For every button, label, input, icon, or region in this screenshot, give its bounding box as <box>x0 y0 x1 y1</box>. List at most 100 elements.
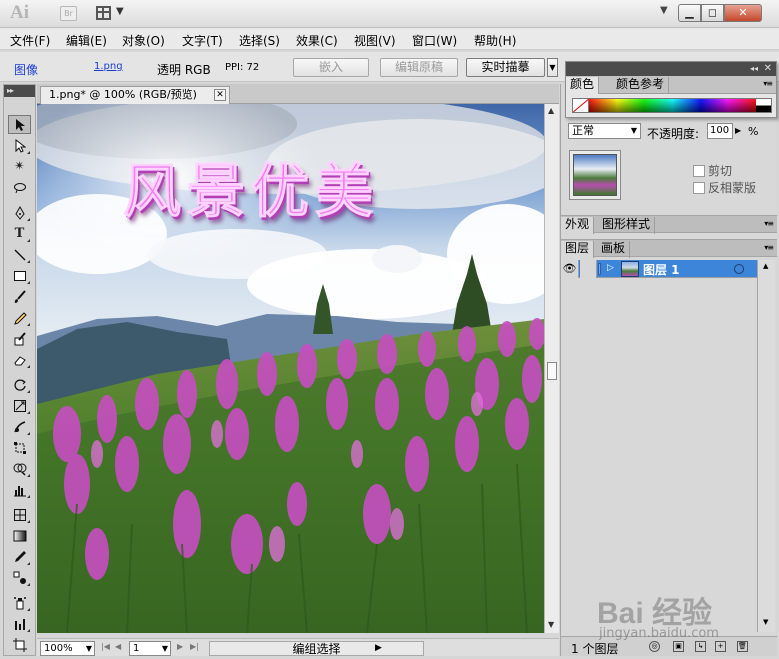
tab-color[interactable]: 颜色 <box>566 77 600 94</box>
illustrator-logo: Ai <box>10 2 29 23</box>
free-transform-tool-icon[interactable] <box>8 438 31 457</box>
invert-mask-checkbox[interactable]: 反相蒙版 <box>693 179 756 196</box>
eyedropper-tool-icon[interactable] <box>8 547 31 566</box>
column-graph-tool-icon[interactable] <box>8 480 31 499</box>
eraser-tool-icon[interactable] <box>8 350 31 369</box>
menu-view[interactable]: 视图(V) <box>354 32 396 49</box>
blend-mode-select[interactable]: 正常 ▼ <box>568 123 641 139</box>
zoom-value: 100% <box>44 643 73 654</box>
gradient-tool-icon[interactable] <box>8 526 31 545</box>
scroll-down-icon[interactable]: ▼ <box>548 620 554 629</box>
spectrum-bar[interactable] <box>589 99 756 112</box>
document-tab-title: 1.png* @ 100% (RGB/预览) <box>49 88 197 101</box>
tab-graphic-styles[interactable]: 图形样式 <box>598 217 656 234</box>
color-spectrum[interactable] <box>572 98 772 113</box>
blend-tool-icon[interactable] <box>8 568 31 587</box>
collapse-panel-icon[interactable]: ◂◂ <box>750 62 758 76</box>
status-menu-icon[interactable]: ▶ <box>375 643 382 653</box>
previous-artboard-icon[interactable]: ◀ <box>115 642 121 651</box>
scrollbar-thumb[interactable] <box>547 362 557 380</box>
lasso-tool-icon[interactable] <box>8 178 31 197</box>
artboard-canvas[interactable]: 风景优美 <box>37 104 544 633</box>
opacity-slider-icon[interactable]: ▶ <box>735 123 745 139</box>
tab-color-guide[interactable]: 颜色参考 <box>612 77 670 94</box>
bar-graph-tool-icon[interactable] <box>8 614 31 633</box>
rotate-tool-icon[interactable] <box>8 375 31 394</box>
menu-file[interactable]: 文件(F) <box>10 32 50 49</box>
lock-toggle[interactable] <box>580 260 597 278</box>
symbol-sprayer-tool-icon[interactable] <box>8 593 31 612</box>
direct-selection-tool-icon[interactable] <box>8 136 31 155</box>
live-trace-options-icon[interactable]: ▼ <box>547 58 558 77</box>
menu-object[interactable]: 对象(O) <box>122 32 165 49</box>
scale-tool-icon[interactable] <box>8 396 31 415</box>
workspace-switcher-icon[interactable]: ▼ <box>660 5 668 16</box>
menu-select[interactable]: 选择(S) <box>239 32 280 49</box>
edit-original-button[interactable]: 编辑原稿 <box>380 58 458 77</box>
tab-artboards[interactable]: 画板 <box>597 241 631 258</box>
artwork-title-text[interactable]: 风景优美 <box>122 144 379 228</box>
arrange-documents-button[interactable]: ▼ <box>96 5 126 22</box>
visibility-eye-icon[interactable]: 👁 <box>561 260 579 278</box>
canvas-vertical-scrollbar[interactable]: ▲ ▼ <box>544 104 559 633</box>
panel-menu-icon[interactable]: ▾≡ <box>763 79 773 88</box>
close-document-icon[interactable]: ✕ <box>214 89 226 101</box>
layers-scrollbar[interactable]: ▲ ▼ <box>757 260 775 632</box>
layer-row[interactable]: 👁 ▷ 图层 1 <box>561 260 757 278</box>
mesh-tool-icon[interactable] <box>8 505 31 524</box>
close-panel-icon[interactable]: ✕ <box>764 62 772 76</box>
magic-wand-tool-icon[interactable]: ✴ <box>8 157 31 176</box>
scroll-up-icon[interactable]: ▲ <box>763 262 768 270</box>
scroll-up-icon[interactable]: ▲ <box>548 106 554 115</box>
document-tab[interactable]: 1.png* @ 100% (RGB/预览) ✕ <box>40 86 230 104</box>
artboard-tool-icon[interactable] <box>8 635 31 654</box>
line-segment-tool-icon[interactable] <box>8 245 31 264</box>
menu-edit[interactable]: 编辑(E) <box>66 32 107 49</box>
pencil-tool-icon[interactable] <box>8 308 31 327</box>
paintbrush-tool-icon[interactable] <box>8 287 31 306</box>
blob-brush-tool-icon[interactable] <box>8 329 31 348</box>
live-trace-button[interactable]: 实时描摹 <box>466 58 545 77</box>
menu-help[interactable]: 帮助(H) <box>474 32 516 49</box>
clip-label: 剪切 <box>708 164 733 178</box>
zoom-select[interactable]: 100% ▼ <box>40 641 95 656</box>
tab-appearance[interactable]: 外观 <box>561 217 595 234</box>
rectangle-tool-icon[interactable] <box>8 266 31 285</box>
layer-name[interactable]: 图层 1 <box>643 261 680 278</box>
artboard-number-select[interactable]: 1 ▼ <box>129 641 171 656</box>
opacity-input[interactable]: 100 <box>707 123 733 139</box>
clip-checkbox[interactable]: 剪切 <box>693 162 732 179</box>
selection-tool-icon[interactable] <box>8 115 31 134</box>
linked-file-link[interactable]: 1.png <box>94 61 123 72</box>
transparency-thumbnail[interactable] <box>569 150 621 200</box>
black-white-swatch[interactable] <box>756 99 771 112</box>
layer-target-icon[interactable] <box>734 264 744 274</box>
last-artboard-icon[interactable]: ▶| <box>190 642 199 651</box>
pen-tool-icon[interactable] <box>8 203 31 222</box>
panel-menu-icon[interactable]: ▾≡ <box>764 243 774 252</box>
bridge-button[interactable]: Br <box>60 6 77 21</box>
panel-menu-icon[interactable]: ▾≡ <box>764 219 774 228</box>
tab-layers[interactable]: 图层 <box>561 241 595 258</box>
embed-button[interactable]: 嵌入 <box>293 58 369 77</box>
current-tool-status[interactable]: 编组选择 <box>209 641 424 656</box>
color-panel-titlebar[interactable]: ◂◂ ✕ <box>566 62 776 76</box>
tools-panel-grip[interactable]: ▸▸ <box>4 85 35 97</box>
title-bar: Ai Br ▼ ▼ ▁ ◻ ✕ <box>0 0 779 28</box>
expand-triangle-icon[interactable]: ▷ <box>607 263 614 273</box>
first-artboard-icon[interactable]: |◀ <box>101 642 110 651</box>
minimize-button[interactable]: ▁ <box>678 4 701 22</box>
warp-tool-icon[interactable] <box>8 417 31 436</box>
shape-builder-tool-icon[interactable] <box>8 459 31 478</box>
opacity-label: 不透明度: <box>647 127 700 141</box>
menu-window[interactable]: 窗口(W) <box>412 32 457 49</box>
menu-effect[interactable]: 效果(C) <box>296 32 338 49</box>
menu-type[interactable]: 文字(T) <box>182 32 223 49</box>
next-artboard-icon[interactable]: ▶ <box>177 642 183 651</box>
opacity-percent-label: % <box>748 125 759 138</box>
color-panel-tabs: 颜色 颜色参考 ▾≡ <box>566 76 776 94</box>
restore-button[interactable]: ◻ <box>701 4 724 22</box>
none-swatch[interactable] <box>573 99 589 112</box>
type-tool-icon[interactable]: T <box>8 224 31 243</box>
close-button[interactable]: ✕ <box>724 4 762 22</box>
